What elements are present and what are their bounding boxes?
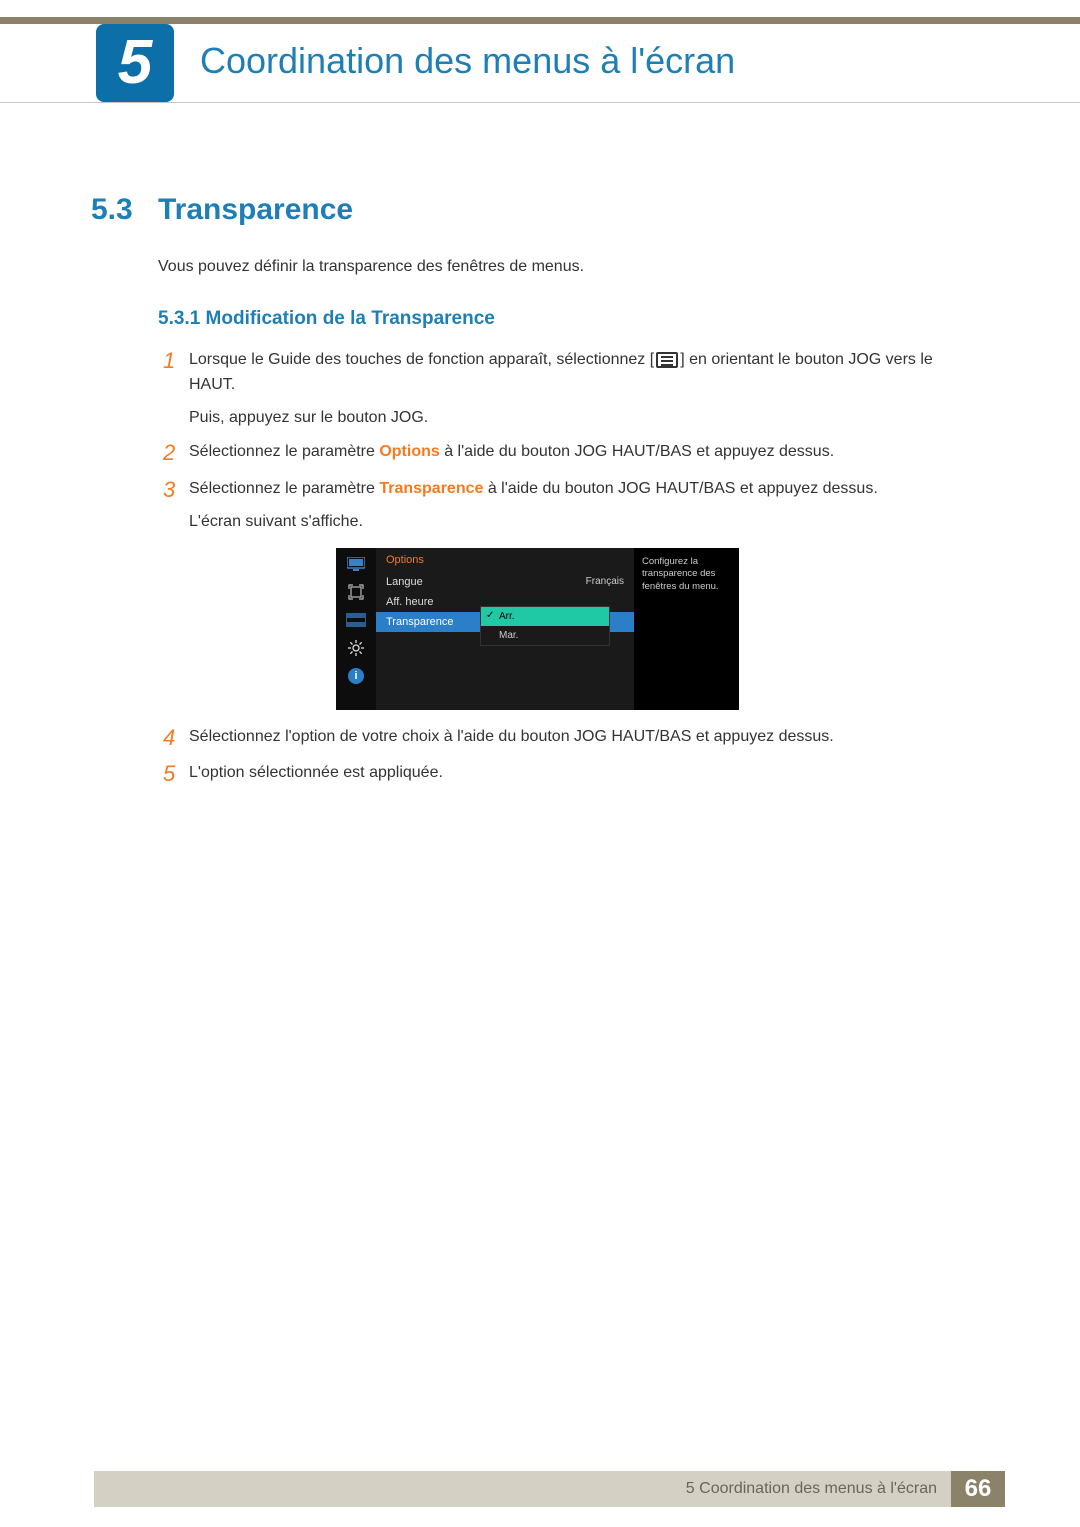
- osd-aff-label: Aff. heure: [386, 596, 434, 608]
- osd-langue-value: Français: [586, 576, 624, 588]
- footer-chapter-label: 5 Coordination des menus à l'écran: [686, 1480, 937, 1498]
- step-number: 1: [163, 348, 189, 374]
- step-text: Lorsque le Guide des touches de fonction…: [189, 348, 940, 430]
- footer-bar: 5 Coordination des menus à l'écran 66: [94, 1471, 1005, 1507]
- osd-help-text: Configurez la transparence des fenêtres …: [634, 548, 739, 710]
- gear-icon: [346, 640, 366, 656]
- menu-icon: [656, 352, 678, 368]
- steps-list-lower: 4 Sélectionnez l'option de votre choix à…: [163, 725, 940, 798]
- subsection-heading: 5.3.1 Modification de la Transparence: [158, 308, 495, 330]
- info-icon: i: [348, 668, 364, 684]
- step-3-extra: L'écran suivant s'affiche.: [189, 510, 878, 535]
- step-3-pre: Sélectionnez le paramètre: [189, 480, 379, 497]
- steps-list-upper: 1 Lorsque le Guide des touches de foncti…: [163, 348, 940, 544]
- step-3-highlight: Transparence: [379, 480, 483, 497]
- monitor-icon: [346, 556, 366, 572]
- step-1-pre: Lorsque le Guide des touches de fonction…: [189, 351, 654, 368]
- osd-transparence-label: Transparence: [386, 616, 453, 628]
- section-title: Transparence: [158, 193, 353, 227]
- page-number: 66: [951, 1471, 1005, 1507]
- osd-popup: Arr. Mar.: [480, 606, 610, 646]
- step-text: Sélectionnez le paramètre Transparence à…: [189, 477, 878, 535]
- step-number: 3: [163, 477, 189, 503]
- step-number: 4: [163, 725, 189, 751]
- step-number: 2: [163, 440, 189, 466]
- osd-option-off: Mar.: [481, 626, 609, 645]
- step-3: 3 Sélectionnez le paramètre Transparence…: [163, 477, 940, 535]
- osd-screenshot: i Options Langue Français Aff. heure Tra…: [336, 548, 739, 710]
- step-4: 4 Sélectionnez l'option de votre choix à…: [163, 725, 940, 751]
- osd-sidebar: i: [336, 548, 376, 710]
- step-text: L'option sélectionnée est appliquée.: [189, 761, 443, 786]
- section-intro: Vous pouvez définir la transparence des …: [158, 258, 584, 276]
- step-2-highlight: Options: [379, 443, 439, 460]
- step-2: 2 Sélectionnez le paramètre Options à l'…: [163, 440, 940, 466]
- step-5: 5 L'option sélectionnée est appliquée.: [163, 761, 940, 787]
- osd-row-langue: Langue Français: [376, 572, 634, 592]
- step-3-post: à l'aide du bouton JOG HAUT/BAS et appuy…: [483, 480, 877, 497]
- step-2-pre: Sélectionnez le paramètre: [189, 443, 379, 460]
- chapter-title: Coordination des menus à l'écran: [200, 40, 735, 82]
- title-underline: [0, 102, 1080, 103]
- osd-main-panel: Options Langue Français Aff. heure Trans…: [376, 548, 634, 710]
- step-1: 1 Lorsque le Guide des touches de foncti…: [163, 348, 940, 430]
- resize-icon: [346, 584, 366, 600]
- top-bar: [0, 17, 1080, 24]
- options-icon: [346, 612, 366, 628]
- step-2-post: à l'aide du bouton JOG HAUT/BAS et appuy…: [440, 443, 834, 460]
- osd-heading: Options: [376, 554, 634, 572]
- chapter-number-badge: 5: [96, 24, 174, 102]
- step-number: 5: [163, 761, 189, 787]
- section-number: 5.3: [91, 193, 133, 227]
- step-1-extra: Puis, appuyez sur le bouton JOG.: [189, 406, 940, 431]
- osd-langue-label: Langue: [386, 576, 423, 588]
- step-text: Sélectionnez l'option de votre choix à l…: [189, 725, 834, 750]
- step-text: Sélectionnez le paramètre Options à l'ai…: [189, 440, 834, 465]
- osd-option-on: Arr.: [481, 607, 609, 626]
